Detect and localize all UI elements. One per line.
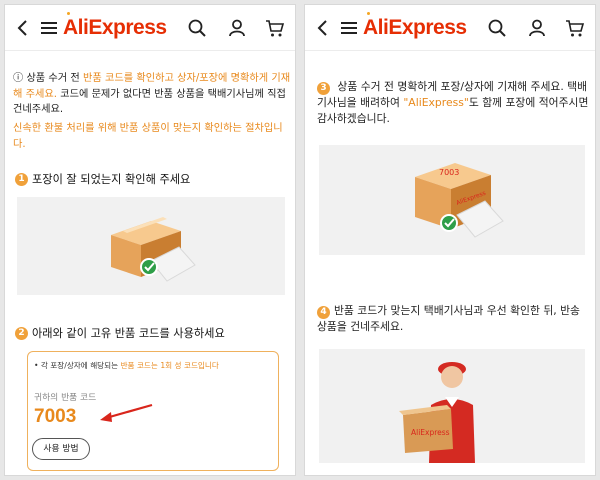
- courier-box-brand: AliExpress: [411, 428, 450, 437]
- return-code-label: 귀하의 반품 코드: [34, 393, 97, 403]
- step-4-text: 4 반품 코드가 맞는지 택배기사님과 우선 확인한 뒤, 반송 상품을 건네주세…: [317, 304, 580, 333]
- user-icon[interactable]: [227, 18, 247, 38]
- hamburger-menu-icon[interactable]: [39, 18, 59, 38]
- cart-icon[interactable]: [565, 18, 585, 38]
- step-1-heading: 1 포장이 잘 되었는지 확인해 주세요: [15, 171, 190, 187]
- courier-image: AliExpress: [319, 349, 585, 463]
- return-code-card: • 각 포장/상자에 해당되는 반품 코드는 1회 성 코드입니다 귀하의 반품…: [27, 351, 279, 471]
- search-icon[interactable]: [487, 18, 507, 38]
- chevron-left-icon[interactable]: [13, 18, 33, 38]
- labeled-box-image: 7003 AliExpress: [319, 145, 585, 255]
- cart-icon[interactable]: [265, 18, 285, 38]
- return-code-value: 7003: [34, 406, 77, 427]
- packaged-box-image: [17, 197, 285, 295]
- step-2-heading: 2 아래와 같이 고유 반품 코드를 사용하세요: [15, 325, 225, 341]
- aliexpress-logo[interactable]: AliExpress: [363, 16, 467, 40]
- search-icon[interactable]: [187, 18, 207, 38]
- code-card-note: • 각 포장/상자에 해당되는 반품 코드는 1회 성 코드입니다: [34, 361, 219, 370]
- right-panel: AliExpress 3 상품 수거 전 명확하게 포장/상자에 기재해 주세요…: [304, 4, 596, 476]
- top-header: AliExpress: [305, 5, 595, 51]
- chevron-left-icon[interactable]: [313, 18, 333, 38]
- intro-note: 신속한 환불 처리를 위해 반품 상품이 맞는지 확인하는 절차입니다.: [13, 123, 283, 150]
- left-panel: AliExpress ⓘ 상품 수거 전 반품 코드를 확인하고 상자/포장에 …: [4, 4, 296, 476]
- hamburger-menu-icon[interactable]: [339, 18, 359, 38]
- top-header: AliExpress: [5, 5, 295, 51]
- how-to-use-button[interactable]: 사용 방법: [32, 438, 90, 460]
- intro-text: ⓘ 상품 수거 전 반품 코드를 확인하고 상자/포장에 명확하게 기재해 주세…: [13, 73, 291, 115]
- red-arrow-icon: [100, 403, 153, 422]
- aliexpress-logo[interactable]: AliExpress: [63, 16, 167, 40]
- box-code-writing: 7003: [439, 168, 459, 177]
- step-3-text: 3 상품 수거 전 명확하게 포장/상자에 기재해 주세요. 택배기사님을 배려…: [317, 80, 589, 125]
- user-icon[interactable]: [527, 18, 547, 38]
